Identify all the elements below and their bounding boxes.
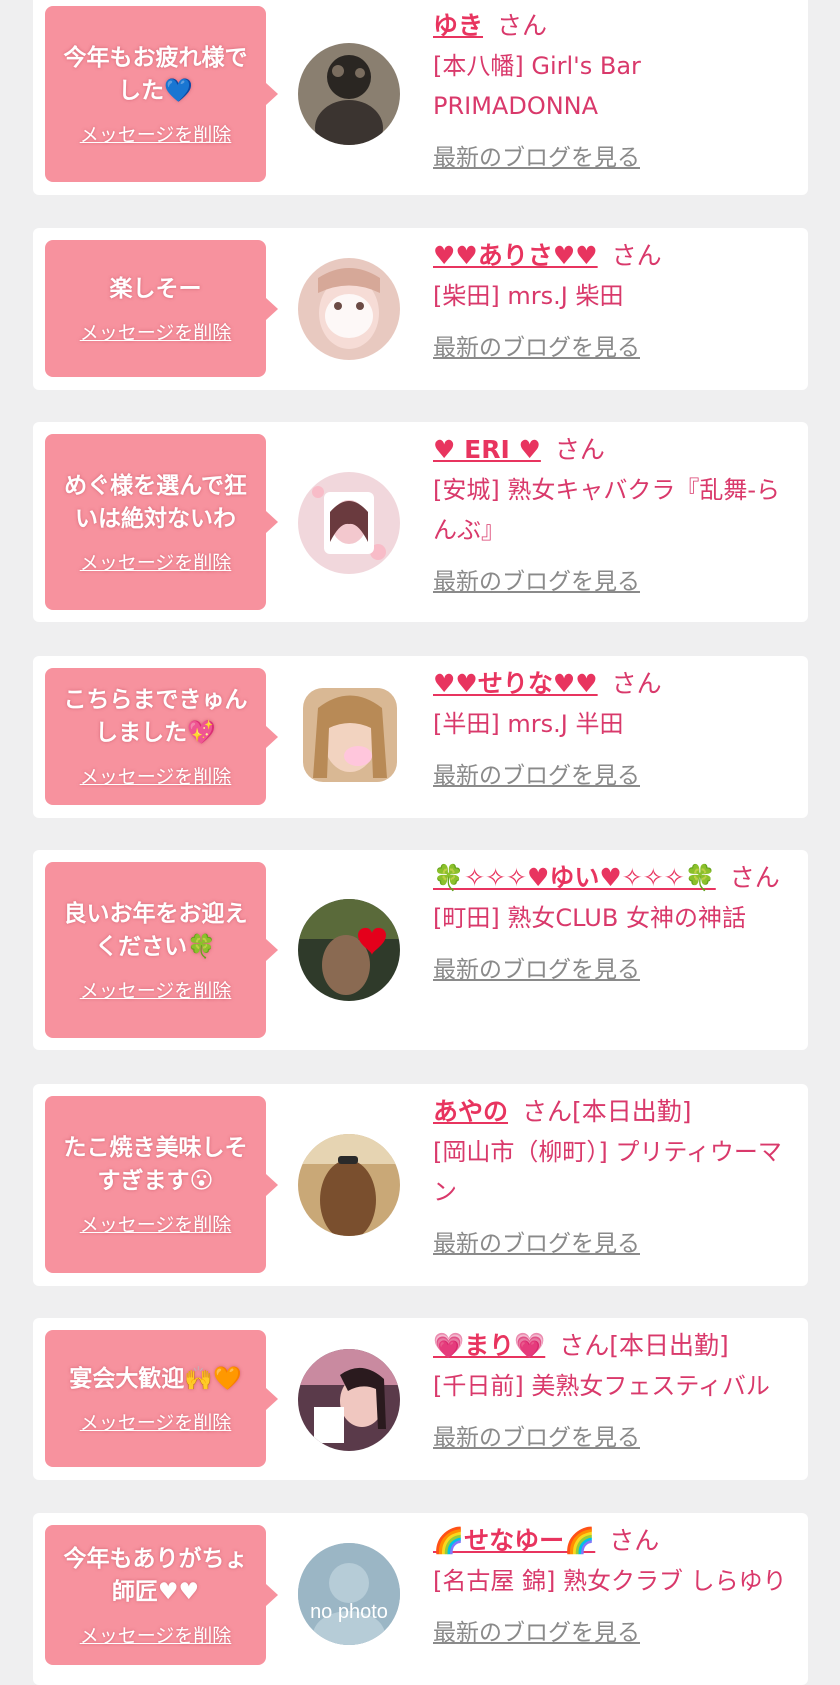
girl-info: あやの さん[本日出勤] [岡山市（柳町）] プリティウーマン 最新のブログを見る — [433, 1092, 790, 1258]
latest-blog-link[interactable]: 最新のブログを見る — [433, 1613, 640, 1647]
latest-blog-link[interactable]: 最新のブログを見る — [433, 950, 640, 984]
girl-info: ♥♥せりな♥♥ さん [半田] mrs.J 半田 最新のブログを見る — [433, 664, 790, 790]
avatar[interactable] — [298, 258, 400, 360]
honorific: さん — [522, 1097, 573, 1126]
message-card: たこ焼き美味しそすぎます😮 メッセージを削除 あやの さん[本日出勤] [岡山市（… — [33, 1084, 808, 1286]
girl-info: 💗まり💗 さん[本日出勤] [千日前] 美熟女フェスティバル 最新のブログを見る — [433, 1326, 790, 1452]
honorific: さん — [554, 435, 605, 464]
honorific: さん — [559, 1331, 610, 1360]
avatar[interactable]: no photo — [298, 1543, 400, 1645]
avatar[interactable] — [298, 472, 400, 574]
work-status: [本日出勤] — [609, 1331, 729, 1360]
avatar[interactable] — [303, 688, 397, 782]
girl-name-link[interactable]: 🍀✧✧✧♥ゆい♥✧✧✧🍀 — [433, 863, 716, 892]
shop-name: [千日前] 美熟女フェスティバル — [433, 1372, 770, 1400]
latest-blog-link[interactable]: 最新のブログを見る — [433, 756, 640, 790]
avatar[interactable] — [298, 1134, 400, 1236]
shop-name: [本八幡] Girl's Bar PRIMADONNA — [433, 52, 641, 120]
girl-name-link[interactable]: 🌈せなゆー🌈 — [433, 1526, 595, 1555]
girl-name-link[interactable]: 💗まり💗 — [433, 1331, 545, 1360]
delete-message-link[interactable]: メッセージを削除 — [80, 762, 232, 789]
delete-message-link[interactable]: メッセージを削除 — [80, 1408, 232, 1435]
message-card: めぐ様を選んで狂いは絶対ないわ メッセージを削除 ♥ ERI ♥ さん [安城] … — [33, 422, 808, 622]
shop-name: [半田] mrs.J 半田 — [433, 710, 624, 738]
honorific: さん — [729, 863, 780, 892]
shop-name: [安城] 熟女キャバクラ『乱舞-らんぶ』 — [433, 476, 781, 544]
girl-info: ♥ ERI ♥ さん [安城] 熟女キャバクラ『乱舞-らんぶ』 最新のブログを見る — [433, 430, 790, 596]
latest-blog-link[interactable]: 最新のブログを見る — [433, 1224, 640, 1258]
message-text: 今年もありがちょ師匠♥♥ — [63, 1545, 248, 1605]
delete-message-link[interactable]: メッセージを削除 — [80, 976, 232, 1003]
shop-name: [岡山市（柳町）] プリティウーマン — [433, 1138, 782, 1206]
girl-info: ゆき さん [本八幡] Girl's Bar PRIMADONNA 最新のブログを… — [433, 6, 790, 172]
girl-info: ♥♥ありさ♥♥ さん [柴田] mrs.J 柴田 最新のブログを見る — [433, 236, 790, 362]
message-bubble: 宴会大歓迎🙌🧡 メッセージを削除 — [45, 1330, 278, 1467]
girl-name-link[interactable]: ♥♥ありさ♥♥ — [433, 241, 598, 270]
message-text: 楽しそー — [109, 275, 202, 302]
message-bubble: 楽しそー メッセージを削除 — [45, 240, 278, 377]
message-bubble: たこ焼き美味しそすぎます😮 メッセージを削除 — [45, 1096, 278, 1273]
girl-name-link[interactable]: ゆき — [433, 11, 483, 40]
no-photo-label: no photo — [310, 1601, 388, 1623]
girl-info: 🍀✧✧✧♥ゆい♥✧✧✧🍀 さん [町田] 熟女CLUB 女神の神話 最新のブログを… — [433, 858, 790, 984]
message-text: 宴会大歓迎🙌🧡 — [69, 1365, 242, 1392]
message-text: こちらまできゅんしました💖 — [63, 687, 248, 746]
latest-blog-link[interactable]: 最新のブログを見る — [433, 1418, 640, 1452]
shop-name: [柴田] mrs.J 柴田 — [433, 282, 624, 310]
message-bubble: 今年もありがちょ師匠♥♥ メッセージを削除 — [45, 1525, 278, 1665]
honorific: さん — [611, 669, 662, 698]
girl-name-link[interactable]: あやの — [433, 1097, 508, 1126]
girl-info: 🌈せなゆー🌈 さん [名古屋 錦] 熟女クラブ しらゆり 最新のブログを見る — [433, 1521, 790, 1647]
delete-message-link[interactable]: メッセージを削除 — [80, 318, 232, 345]
latest-blog-link[interactable]: 最新のブログを見る — [433, 562, 640, 596]
latest-blog-link[interactable]: 最新のブログを見る — [433, 328, 640, 362]
message-bubble: 良いお年をお迎えください🍀 メッセージを削除 — [45, 862, 278, 1038]
message-bubble: めぐ様を選んで狂いは絶対ないわ メッセージを削除 — [45, 434, 278, 610]
delete-message-link[interactable]: メッセージを削除 — [80, 1210, 232, 1237]
shop-name: [町田] 熟女CLUB 女神の神話 — [433, 904, 746, 932]
message-card: 楽しそー メッセージを削除 ♥♥ありさ♥♥ さん [柴田] mrs.J 柴田 最新… — [33, 228, 808, 390]
honorific: さん — [497, 11, 548, 40]
delete-message-link[interactable]: メッセージを削除 — [80, 120, 232, 147]
girl-name-link[interactable]: ♥♥せりな♥♥ — [433, 669, 598, 698]
delete-message-link[interactable]: メッセージを削除 — [80, 1621, 232, 1648]
message-card: 今年もありがちょ師匠♥♥ メッセージを削除 no photo 🌈せなゆー🌈 さん … — [33, 1513, 808, 1685]
avatar[interactable] — [298, 43, 400, 145]
avatar[interactable] — [298, 1349, 400, 1451]
message-text: たこ焼き美味しそすぎます😮 — [63, 1135, 248, 1194]
message-card: こちらまできゅんしました💖 メッセージを削除 ♥♥せりな♥♥ さん [半田] mr… — [33, 656, 808, 818]
message-list: 今年もお疲れ様でした💙 メッセージを削除 ゆき さん [本八幡] Girl's B… — [0, 0, 840, 1685]
avatar[interactable] — [298, 899, 400, 1001]
message-card: 宴会大歓迎🙌🧡 メッセージを削除 💗まり💗 さん[本日出勤] [千日前] 美熟女フ… — [33, 1318, 808, 1480]
girl-name-link[interactable]: ♥ ERI ♥ — [433, 435, 541, 464]
message-bubble: 今年もお疲れ様でした💙 メッセージを削除 — [45, 6, 278, 182]
shop-name: [名古屋 錦] 熟女クラブ しらゆり — [433, 1567, 787, 1595]
message-card: 今年もお疲れ様でした💙 メッセージを削除 ゆき さん [本八幡] Girl's B… — [33, 0, 808, 195]
honorific: さん — [611, 241, 662, 270]
message-card: 良いお年をお迎えください🍀 メッセージを削除 🍀✧✧✧♥ゆい♥✧✧✧🍀 さん [町… — [33, 850, 808, 1050]
honorific: さん — [609, 1526, 660, 1555]
message-bubble: こちらまできゅんしました💖 メッセージを削除 — [45, 668, 278, 805]
latest-blog-link[interactable]: 最新のブログを見る — [433, 138, 640, 172]
work-status: [本日出勤] — [572, 1097, 692, 1126]
message-text: 良いお年をお迎えください🍀 — [63, 900, 248, 960]
delete-message-link[interactable]: メッセージを削除 — [80, 548, 232, 575]
message-text: 今年もお疲れ様でした💙 — [63, 44, 248, 104]
message-text: めぐ様を選んで狂いは絶対ないわ — [64, 472, 247, 532]
